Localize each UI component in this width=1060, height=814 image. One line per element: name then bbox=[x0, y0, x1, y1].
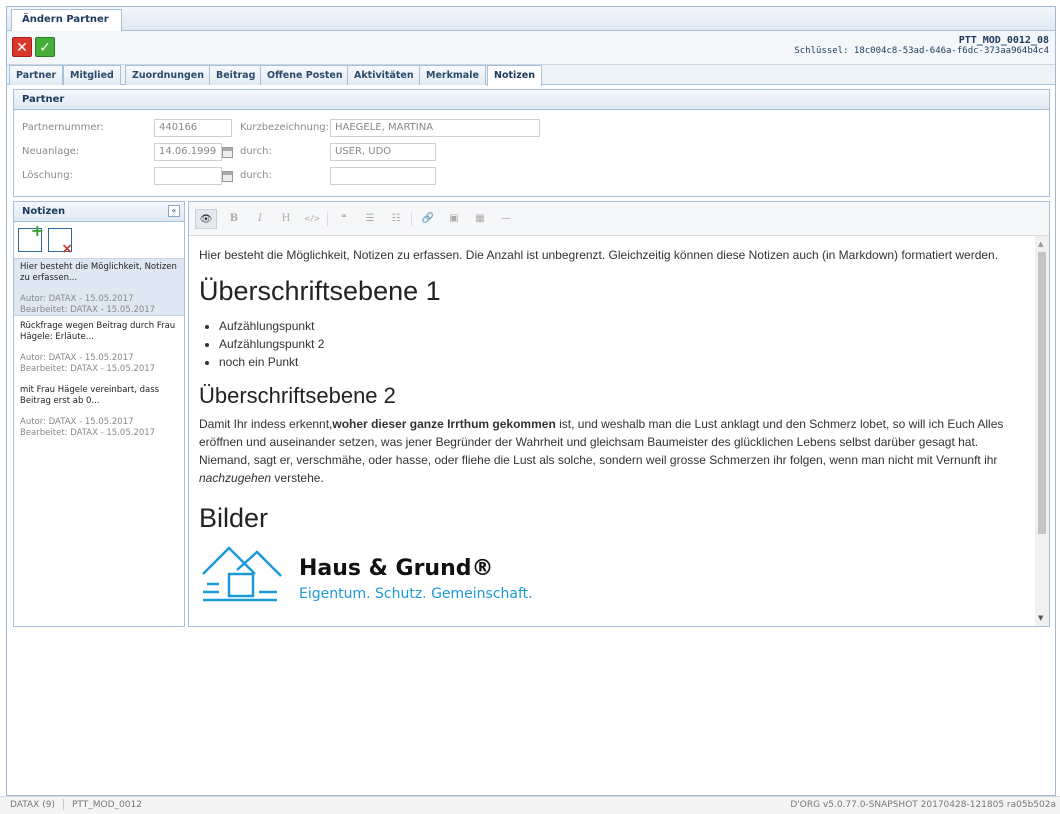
tab-beitrag[interactable]: Beitrag bbox=[209, 65, 263, 85]
quote-button[interactable]: ❝ bbox=[333, 209, 355, 229]
tab-partner[interactable]: Partner bbox=[9, 65, 64, 85]
note-author: Autor: DATAX - 15.05.2017 bbox=[20, 353, 134, 363]
neuanlage-durch-label: durch: bbox=[240, 146, 272, 157]
bullet-item: Aufzählungspunkt bbox=[219, 317, 1026, 335]
tab-mitglied[interactable]: Mitglied bbox=[63, 65, 121, 85]
unordered-list-button[interactable]: ☰ bbox=[359, 209, 381, 229]
note-preview-text: Hier besteht die Möglichkeit, Notizen zu… bbox=[20, 262, 177, 283]
italic-button[interactable]: I bbox=[249, 209, 271, 229]
loeschung-label: Löschung: bbox=[22, 170, 73, 181]
editor-scrollbar[interactable]: ▲ ▼ bbox=[1035, 236, 1049, 626]
loeschung-durch-field[interactable] bbox=[330, 167, 436, 185]
status-user: DATAX (9) bbox=[10, 800, 55, 810]
preview-eye-icon[interactable]: 👁 bbox=[195, 209, 217, 229]
status-bar: DATAX (9) PTT_MOD_0012 D'ORG v5.0.77.0-SN… bbox=[0, 796, 1060, 814]
house-logo-icon bbox=[202, 546, 282, 602]
notes-toolbar bbox=[14, 221, 184, 257]
delete-note-button[interactable] bbox=[48, 228, 73, 257]
bullet-item: Aufzählungspunkt 2 bbox=[219, 335, 1026, 353]
heading-bilder: Bilder bbox=[199, 503, 269, 533]
note-author: Autor: DATAX - 15.05.2017 bbox=[20, 417, 134, 427]
partner-panel: Partner Partnernummer: 440166 Kurzbezeic… bbox=[13, 89, 1050, 197]
tab-offene-posten[interactable]: Offene Posten bbox=[260, 65, 350, 85]
notes-panel: Notizen « Hier besteht die Möglichkeit, … bbox=[13, 201, 185, 627]
partnernummer-label: Partnernummer: bbox=[22, 122, 104, 133]
partnernummer-field[interactable]: 440166 bbox=[154, 119, 232, 137]
paragraph-text: Damit Ihr indess erkennt, bbox=[199, 417, 333, 431]
note-edited: Bearbeitet: DATAX - 15.05.2017 bbox=[20, 364, 156, 374]
note-list-item[interactable]: mit Frau Hägele vereinbart, dass Beitrag… bbox=[14, 382, 184, 444]
body-paragraph: Damit Ihr indess erkennt,woher dieser ga… bbox=[199, 415, 1026, 487]
toolbar-divider bbox=[411, 212, 412, 226]
collapse-icon[interactable]: « bbox=[168, 205, 180, 217]
close-icon: ✕ bbox=[16, 40, 28, 56]
scroll-up-arrow-icon[interactable]: ▲ bbox=[1038, 240, 1043, 248]
kurzbezeichnung-field[interactable]: HAEGELE, MARTINA bbox=[330, 119, 540, 137]
logo-tagline: Eigentum. Schutz. Gemeinschaft. bbox=[299, 586, 533, 602]
scroll-down-arrow-icon[interactable]: ▼ bbox=[1038, 614, 1043, 622]
partner-panel-title: Partner bbox=[14, 90, 1049, 110]
add-note-button[interactable] bbox=[18, 221, 44, 252]
status-version: D'ORG v5.0.77.0-SNAPSHOT 20170428-121805… bbox=[790, 800, 1056, 810]
horizontal-rule-button[interactable]: — bbox=[495, 209, 517, 229]
status-left: DATAX (9) PTT_MOD_0012 bbox=[10, 797, 142, 814]
note-list-item[interactable]: Hier besteht die Möglichkeit, Notizen zu… bbox=[14, 258, 184, 316]
action-toolbar: ✕ ✓ PTT_MOD_0012_08 Schlüssel: 18c004c8-… bbox=[7, 31, 1055, 65]
scrollbar-thumb[interactable] bbox=[1038, 252, 1046, 534]
bullet-list: Aufzählungspunkt Aufzählungspunkt 2 noch… bbox=[219, 317, 1026, 371]
editor-toolbar: 👁 B I H </> ❝ ☰ ☷ 🔗 ▣ ▦ — bbox=[189, 202, 1049, 236]
heading-level-1: Überschriftsebene 1 bbox=[199, 276, 441, 306]
loeschung-durch-label: durch: bbox=[240, 170, 272, 181]
window-tabbar: Ändern Partner bbox=[7, 7, 1055, 31]
editor-preview-content[interactable]: Hier besteht die Möglichkeit, Notizen zu… bbox=[189, 236, 1036, 626]
calendar-icon[interactable] bbox=[222, 171, 233, 182]
logo-brand-text: Haus & Grund® bbox=[299, 556, 494, 581]
loeschung-date-field[interactable] bbox=[154, 167, 222, 185]
paragraph-text: verstehe. bbox=[271, 471, 324, 485]
heading-button[interactable]: H bbox=[275, 209, 297, 229]
code-button[interactable]: </> bbox=[301, 209, 323, 229]
main-window: Ändern Partner ✕ ✓ PTT_MOD_0012_08 Schlü… bbox=[6, 6, 1056, 796]
window-tab-aendern-partner[interactable]: Ändern Partner bbox=[11, 9, 122, 31]
record-id: PTT_MOD_0012_08 bbox=[958, 35, 1049, 46]
note-edited: Bearbeitet: DATAX - 15.05.2017 bbox=[20, 305, 156, 315]
note-preview-text: mit Frau Hägele vereinbart, dass Beitrag… bbox=[20, 385, 160, 406]
tab-aktivitaeten[interactable]: Aktivitäten bbox=[347, 65, 421, 85]
markdown-editor: 👁 B I H </> ❝ ☰ ☷ 🔗 ▣ ▦ — Hier besteht d… bbox=[188, 201, 1050, 627]
neuanlage-durch-field[interactable]: USER, UDO bbox=[330, 143, 436, 161]
record-id-block: PTT_MOD_0012_08 Schlüssel: 18c004c8-53ad… bbox=[794, 35, 1049, 56]
image-button[interactable]: ▣ bbox=[443, 209, 465, 229]
tab-merkmale[interactable]: Merkmale bbox=[419, 65, 486, 85]
bold-button[interactable]: B bbox=[223, 209, 245, 229]
table-button[interactable]: ▦ bbox=[469, 209, 491, 229]
save-button[interactable]: ✓ bbox=[35, 37, 55, 57]
note-preview-text: Rückfrage wegen Beitrag durch Frau Hägel… bbox=[20, 321, 176, 342]
link-button[interactable]: 🔗 bbox=[417, 209, 439, 229]
note-edited: Bearbeitet: DATAX - 15.05.2017 bbox=[20, 428, 156, 438]
tab-zuordnungen[interactable]: Zuordnungen bbox=[125, 65, 211, 85]
notes-panel-title: Notizen bbox=[14, 202, 184, 222]
tab-notizen[interactable]: Notizen bbox=[487, 65, 543, 86]
neuanlage-date-field[interactable]: 14.06.1999 bbox=[154, 143, 222, 161]
paragraph-bold-text: woher dieser ganze Irrthum gekommen bbox=[332, 417, 556, 431]
bullet-item: noch ein Punkt bbox=[219, 353, 1026, 371]
kurzbezeichnung-label: Kurzbezeichnung: bbox=[240, 122, 330, 133]
intro-paragraph: Hier besteht die Möglichkeit, Notizen zu… bbox=[199, 248, 999, 262]
status-module: PTT_MOD_0012 bbox=[71, 800, 142, 810]
tab-strip: Partner Mitglied Zuordnungen Beitrag Off… bbox=[7, 65, 1055, 86]
haus-und-grund-logo: Haus & Grund® Eigentum. Schutz. Gemeinsc… bbox=[199, 544, 1026, 614]
note-author: Autor: DATAX - 15.05.2017 bbox=[20, 294, 134, 304]
toolbar-divider bbox=[327, 212, 328, 226]
checkmark-icon: ✓ bbox=[39, 40, 51, 56]
status-divider bbox=[62, 799, 64, 810]
ordered-list-button[interactable]: ☷ bbox=[385, 209, 407, 229]
note-list-item[interactable]: Rückfrage wegen Beitrag durch Frau Hägel… bbox=[14, 318, 184, 380]
paragraph-italic-text: nachzugehen bbox=[199, 471, 272, 485]
cancel-button[interactable]: ✕ bbox=[12, 37, 32, 57]
record-key: Schlüssel: 18c004c8-53ad-646a-f6dc-373aa… bbox=[794, 46, 1049, 56]
heading-level-2: Überschriftsebene 2 bbox=[199, 383, 396, 408]
neuanlage-label: Neuanlage: bbox=[22, 146, 80, 157]
calendar-icon[interactable] bbox=[222, 147, 233, 158]
